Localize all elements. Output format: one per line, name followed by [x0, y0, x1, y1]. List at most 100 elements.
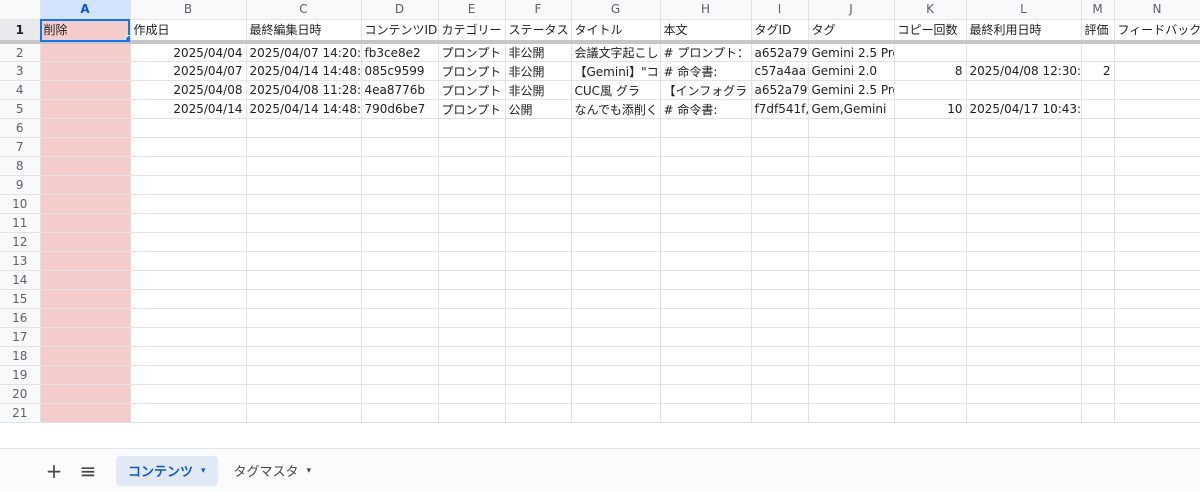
cell[interactable] — [361, 194, 439, 214]
cell[interactable] — [894, 251, 967, 271]
cell[interactable] — [808, 384, 895, 404]
cell[interactable] — [505, 175, 572, 195]
cell[interactable] — [1081, 384, 1115, 404]
cell[interactable] — [1081, 80, 1115, 100]
cell[interactable] — [966, 346, 1082, 366]
cell-header[interactable]: コピー回数 — [894, 19, 967, 44]
cell-header-delete[interactable]: 削除 — [40, 19, 131, 44]
cell[interactable] — [246, 194, 362, 214]
cell[interactable]: なんでも添削く — [571, 99, 661, 119]
cell[interactable] — [1081, 251, 1115, 271]
cell-header[interactable]: 最終編集日時 — [246, 19, 362, 44]
cell[interactable] — [571, 308, 661, 328]
row-header[interactable]: 1 — [0, 19, 41, 44]
cell[interactable] — [246, 232, 362, 252]
cell[interactable] — [246, 175, 362, 195]
chevron-down-icon[interactable]: ▾ — [201, 466, 206, 476]
cell[interactable] — [40, 327, 131, 347]
cell[interactable] — [246, 289, 362, 309]
cell[interactable] — [808, 403, 895, 423]
cell[interactable] — [361, 213, 439, 233]
cell[interactable] — [505, 156, 572, 176]
cell[interactable] — [660, 156, 752, 176]
column-header-a[interactable]: A — [40, 0, 131, 20]
cell[interactable] — [246, 118, 362, 138]
cell-header[interactable]: 本文 — [660, 19, 752, 44]
cell[interactable] — [966, 42, 1082, 62]
cell[interactable]: 790d6be7 — [361, 99, 439, 119]
cell[interactable] — [1114, 365, 1200, 385]
cell[interactable] — [1081, 346, 1115, 366]
row-header[interactable]: 12 — [0, 232, 41, 252]
cell[interactable] — [505, 232, 572, 252]
cell[interactable]: Gemini 2.0 — [808, 61, 895, 81]
cell[interactable] — [246, 365, 362, 385]
cell[interactable] — [966, 384, 1082, 404]
cell[interactable] — [894, 213, 967, 233]
cell[interactable] — [438, 194, 506, 214]
cell[interactable] — [894, 327, 967, 347]
row-header[interactable]: 8 — [0, 156, 41, 176]
column-header-h[interactable]: H — [660, 0, 752, 20]
cell[interactable] — [751, 365, 809, 385]
cell[interactable] — [505, 289, 572, 309]
cell[interactable] — [246, 213, 362, 233]
cell-header[interactable]: タグ — [808, 19, 895, 44]
cell[interactable]: 【Gemini】"コ — [571, 61, 661, 81]
row-header[interactable]: 14 — [0, 270, 41, 290]
cell[interactable] — [130, 384, 247, 404]
cell[interactable] — [361, 346, 439, 366]
cell[interactable] — [40, 270, 131, 290]
cell[interactable] — [438, 327, 506, 347]
cell[interactable] — [808, 365, 895, 385]
cell[interactable] — [894, 118, 967, 138]
cell[interactable] — [1081, 289, 1115, 309]
cell[interactable] — [1081, 232, 1115, 252]
cell[interactable] — [808, 213, 895, 233]
cell[interactable] — [246, 137, 362, 157]
cell[interactable] — [966, 365, 1082, 385]
cell[interactable]: a652a79f — [751, 42, 809, 62]
cell[interactable] — [505, 251, 572, 271]
cell[interactable]: プロンプト — [438, 61, 506, 81]
cell[interactable] — [1081, 137, 1115, 157]
cell[interactable] — [40, 118, 131, 138]
cell[interactable]: プロンプト — [438, 99, 506, 119]
cell[interactable] — [438, 403, 506, 423]
cell[interactable] — [438, 232, 506, 252]
cell[interactable] — [660, 175, 752, 195]
cell[interactable] — [660, 308, 752, 328]
cell[interactable] — [361, 232, 439, 252]
cell[interactable] — [438, 213, 506, 233]
cell[interactable] — [894, 308, 967, 328]
cell[interactable] — [894, 270, 967, 290]
cell-header[interactable]: タグID — [751, 19, 809, 44]
cell[interactable] — [966, 118, 1082, 138]
cell[interactable] — [571, 232, 661, 252]
cell[interactable] — [40, 384, 131, 404]
row-header[interactable]: 4 — [0, 80, 41, 100]
cell[interactable]: 2 — [1081, 61, 1115, 81]
cell[interactable] — [808, 346, 895, 366]
cell[interactable] — [130, 270, 247, 290]
cell[interactable] — [40, 99, 131, 119]
cell[interactable] — [246, 308, 362, 328]
tab-tag-master[interactable]: タグマスタ ▾ — [222, 456, 324, 486]
cell[interactable] — [361, 403, 439, 423]
cell[interactable]: CUC風 グラ — [571, 80, 661, 100]
cell[interactable] — [246, 346, 362, 366]
cell[interactable] — [571, 175, 661, 195]
cell[interactable] — [660, 194, 752, 214]
cell[interactable] — [438, 308, 506, 328]
cell[interactable] — [40, 137, 131, 157]
cell[interactable] — [246, 270, 362, 290]
cell[interactable] — [438, 384, 506, 404]
cell[interactable] — [361, 156, 439, 176]
cell[interactable] — [438, 365, 506, 385]
cell[interactable] — [808, 194, 895, 214]
cell[interactable]: プロンプト — [438, 80, 506, 100]
cell[interactable] — [1114, 289, 1200, 309]
cell[interactable] — [361, 327, 439, 347]
cell[interactable] — [660, 346, 752, 366]
cell[interactable] — [130, 156, 247, 176]
